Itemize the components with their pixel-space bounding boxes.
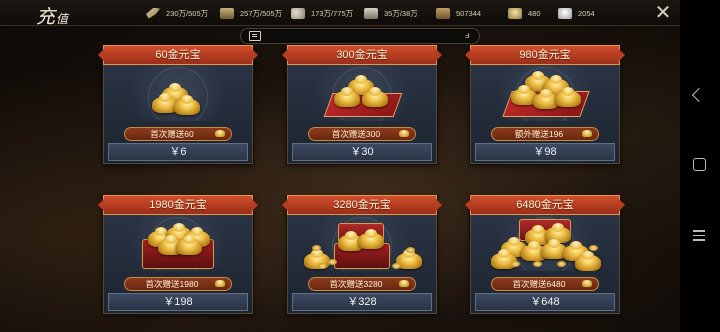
bonus-text: 首次赠送300 [331, 129, 381, 139]
resource-copper-value: 507344 [456, 8, 482, 18]
package-title: 60金元宝 [98, 45, 258, 65]
resource-wood: 257万/505万 [220, 5, 282, 21]
resource-stone-value: 173万/775万 [311, 8, 354, 18]
package-title: 300金元宝 [282, 45, 442, 65]
package-card-60[interactable]: 60金元宝 首次赠送60 ￥6 [98, 45, 258, 164]
resource-gold: 480 [508, 5, 541, 21]
package-card-6480[interactable]: 6480金元宝 首次赠送6480 ￥648 [465, 195, 625, 314]
gold-ingot-icon [399, 280, 409, 287]
silver-ingot-icon [558, 7, 572, 19]
package-card-1980[interactable]: 1980金元宝 首次赠送1980 ￥198 [98, 195, 258, 314]
bonus-text: 首次赠送60 [150, 129, 194, 139]
gold-ingot-icon [582, 130, 592, 137]
gold-ingot-icon [215, 280, 225, 287]
gold-chest-art [471, 215, 619, 271]
title-main-char: 充 [36, 6, 57, 28]
gold-ingot-icon [399, 130, 409, 137]
bonus-text: 首次赠送6480 [512, 279, 566, 289]
price-button[interactable]: ￥98 [475, 143, 615, 161]
gold-ingot-art [288, 65, 436, 121]
package-card-980[interactable]: 980金元宝 额外赠送196 ￥98 [465, 45, 625, 164]
resource-gold-value: 480 [528, 8, 541, 18]
top-bar: 充值 230万/505万 257万/505万 173万/775万 35万/38万… [0, 0, 680, 29]
search-end-icon: ⅎ [465, 30, 470, 40]
bonus-badge: 首次赠送60 [124, 127, 232, 141]
notice-icon [249, 31, 261, 41]
resource-iron-value: 35万/38万 [384, 8, 418, 18]
bonus-text: 额外赠送196 [514, 129, 564, 139]
price-button[interactable]: ￥6 [108, 143, 248, 161]
gold-ingot-art [471, 65, 619, 121]
resource-wood-value: 257万/505万 [240, 8, 283, 18]
bonus-badge: 首次赠送1980 [124, 277, 232, 291]
resource-grain-value: 230万/505万 [166, 8, 209, 18]
home-icon[interactable] [693, 158, 706, 171]
bonus-text: 首次赠送3280 [329, 279, 383, 289]
package-title: 6480金元宝 [465, 195, 625, 215]
price-button[interactable]: ￥648 [475, 293, 615, 311]
gold-chest-art [288, 215, 436, 271]
package-card-300[interactable]: 300金元宝 首次赠送300 ￥30 [282, 45, 442, 164]
resource-silver: 2054 [558, 5, 595, 21]
gold-ingot-icon [582, 280, 592, 287]
grain-icon [146, 7, 160, 19]
stone-icon [291, 7, 305, 19]
resource-copper: 507344 [436, 5, 481, 21]
package-title: 3280金元宝 [282, 195, 442, 215]
android-nav-bar [680, 0, 720, 332]
package-title: 980金元宝 [465, 45, 625, 65]
page-title: 充值 [36, 2, 69, 29]
resource-grain: 230万/505万 [146, 5, 208, 21]
search-bar[interactable]: ⅎ [240, 28, 480, 44]
package-card-3280[interactable]: 3280金元宝 首次赠送3280 ￥328 [282, 195, 442, 314]
bonus-badge: 额外赠送196 [491, 127, 599, 141]
menu-icon[interactable] [693, 230, 705, 241]
wood-icon [220, 7, 234, 19]
copper-icon [436, 7, 450, 19]
price-button[interactable]: ￥198 [108, 293, 248, 311]
title-sub-char: 值 [56, 12, 70, 26]
resource-silver-value: 2054 [578, 8, 595, 18]
package-title: 1980金元宝 [98, 195, 258, 215]
gold-chest-art [104, 215, 252, 271]
gold-ingot-icon [215, 130, 225, 137]
close-button[interactable]: ✕ [650, 3, 676, 25]
bonus-badge: 首次赠送300 [308, 127, 416, 141]
price-button[interactable]: ￥328 [292, 293, 432, 311]
gold-ingot-art [104, 65, 252, 121]
bonus-badge: 首次赠送3280 [308, 277, 416, 291]
price-button[interactable]: ￥30 [292, 143, 432, 161]
resource-iron: 35万/38万 [364, 5, 418, 21]
recharge-screen: 充值 230万/505万 257万/505万 173万/775万 35万/38万… [0, 0, 680, 332]
back-icon[interactable] [691, 87, 707, 103]
bonus-badge: 首次赠送6480 [491, 277, 599, 291]
bonus-text: 首次赠送1980 [145, 279, 199, 289]
iron-icon [364, 7, 378, 19]
gold-ingot-icon [508, 7, 522, 19]
resource-stone: 173万/775万 [291, 5, 353, 21]
